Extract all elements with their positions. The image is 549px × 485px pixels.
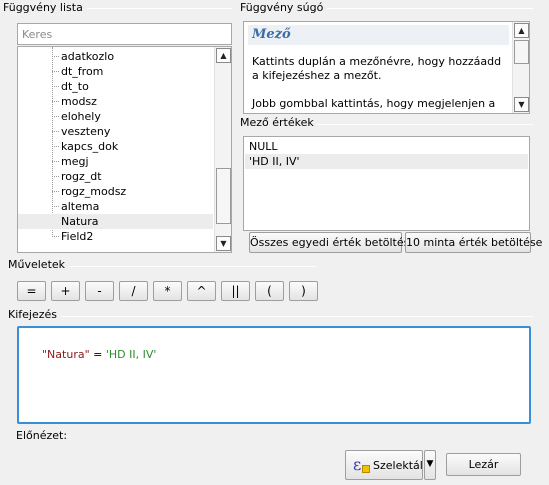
help-scrollbar[interactable]: ▲ ▼	[512, 22, 529, 113]
operator-close-paren-button[interactable]: )	[289, 281, 318, 301]
epsilon-icon: ε	[353, 455, 362, 474]
load-sample-values-button[interactable]: 10 minta érték betöltése	[405, 232, 542, 253]
operator-open-paren-button[interactable]: (	[255, 281, 284, 301]
operator-multiply-button[interactable]: *	[153, 281, 182, 301]
field-list-item[interactable]: kapcs_dok	[18, 139, 213, 154]
operator-power-button[interactable]: ^	[187, 281, 216, 301]
field-list-item[interactable]: Field2	[18, 229, 213, 244]
function-help-title: Függvény súgó	[240, 1, 328, 14]
field-list-item[interactable]: veszteny	[18, 124, 213, 139]
field-list-item[interactable]: rogz_dt	[18, 169, 213, 184]
field-list-item[interactable]: megj	[18, 154, 213, 169]
scroll-down-arrow-icon[interactable]: ▼	[514, 97, 529, 112]
field-value-item[interactable]: NULL	[245, 139, 528, 154]
field-list-item[interactable]: dt_to	[18, 79, 213, 94]
field-values-title: Mező értékek	[240, 116, 318, 129]
close-button[interactable]: Lezár	[446, 453, 521, 476]
operator-concat-button[interactable]: ||	[221, 281, 250, 301]
field-list-item[interactable]: dt_from	[18, 64, 213, 79]
search-placeholder: Keres	[22, 28, 53, 41]
function-list-title: Függvény lista	[3, 1, 87, 14]
operator-minus-button[interactable]: -	[85, 281, 114, 301]
select-dropdown-button[interactable]: ▼	[424, 450, 436, 480]
select-button[interactable]: ε Szelektál	[345, 450, 423, 480]
function-tree-scrollbar[interactable]: ▲ ▼	[214, 47, 231, 252]
field-list-item[interactable]: modsz	[18, 94, 213, 109]
select-button-label: Szelektál	[373, 459, 423, 472]
scroll-down-arrow-icon[interactable]: ▼	[216, 236, 231, 251]
expression-editor[interactable]: "Natura" = 'HD II, IV'	[17, 326, 531, 424]
scroll-thumb[interactable]	[514, 40, 529, 64]
field-list-item[interactable]: adatkozlo	[18, 49, 213, 64]
dropdown-arrow-icon: ▼	[426, 459, 434, 469]
field-list-item[interactable]: elohely	[18, 109, 213, 124]
expression-value-token: 'HD II, IV'	[105, 348, 157, 361]
load-all-unique-values-button[interactable]: Összes egyedi érték betöltése	[249, 232, 416, 253]
operator-plus-button[interactable]: +	[51, 281, 80, 301]
operators-title: Műveletek	[8, 258, 70, 271]
field-values-list[interactable]: NULL 'HD II, IV'	[243, 136, 530, 231]
scroll-up-arrow-icon[interactable]: ▲	[514, 23, 529, 38]
function-tree[interactable]: adatkozlo dt_from dt_to modsz elohely veszten…	[17, 46, 232, 253]
preview-label: Előnézet:	[16, 429, 68, 442]
field-list-item[interactable]: rogz_modsz	[18, 184, 213, 199]
function-help-panel: Mező Kattints duplán a mezőnévre, hogy h…	[243, 21, 530, 114]
help-heading: Mező	[248, 25, 509, 45]
help-paragraph-2: Jobb gombbal kattintás, hogy megjelenjen…	[252, 97, 496, 110]
expression-operator-token: =	[89, 348, 106, 361]
scroll-up-arrow-icon[interactable]: ▲	[216, 48, 231, 63]
expression-field-token: "Natura"	[42, 348, 90, 361]
field-list-item[interactable]: altema	[18, 199, 213, 214]
field-value-item[interactable]: 'HD II, IV'	[245, 154, 528, 169]
scroll-thumb[interactable]	[216, 168, 231, 224]
expression-title: Kifejezés	[8, 308, 62, 321]
operator-divide-button[interactable]: /	[119, 281, 148, 301]
function-search-input[interactable]: Keres	[17, 23, 232, 45]
select-star-icon	[362, 465, 370, 473]
field-list-item[interactable]: Natura	[18, 214, 213, 229]
operator-equals-button[interactable]: =	[17, 281, 46, 301]
help-paragraph-1: Kattints duplán a mezőnévre, hogy hozzáa…	[252, 55, 502, 82]
